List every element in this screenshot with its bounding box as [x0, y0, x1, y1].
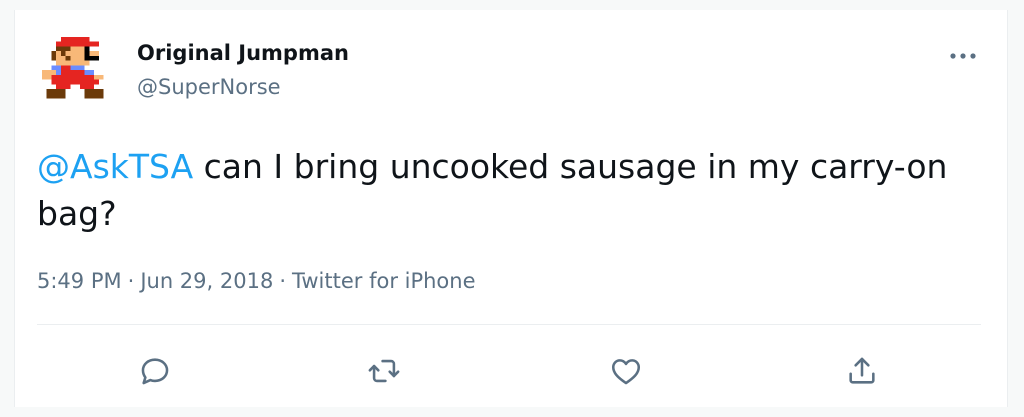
like-icon [611, 359, 641, 385]
like-button[interactable] [601, 346, 651, 396]
tweet-time[interactable]: 5:49 PM [37, 269, 122, 293]
pixel-mario-avatar-icon [41, 36, 104, 99]
separator: · [127, 269, 135, 293]
tweet-source[interactable]: Twitter for iPhone [292, 269, 476, 293]
mention-link[interactable]: @AskTSA [37, 147, 193, 186]
avatar[interactable] [37, 32, 113, 108]
display-name[interactable]: Original Jumpman [137, 41, 349, 65]
page-background: Original Jumpman @SuperNorse @AskTSA can… [0, 0, 1024, 417]
tweet-card: Original Jumpman @SuperNorse @AskTSA can… [14, 10, 1008, 407]
tweet-date[interactable]: Jun 29, 2018 [140, 269, 273, 293]
retweet-icon [368, 359, 400, 383]
reply-icon [141, 358, 169, 385]
tweet-text: @AskTSA can I bring uncooked sausage in … [37, 143, 987, 237]
share-button[interactable] [837, 346, 887, 396]
more-dots-icon [950, 53, 976, 59]
divider [37, 324, 981, 325]
more-options-button[interactable] [945, 46, 981, 66]
tweet-meta: 5:49 PM · Jun 29, 2018 · Twitter for iPhone [37, 269, 476, 293]
reply-button[interactable] [130, 346, 180, 396]
retweet-button[interactable] [359, 346, 409, 396]
separator: · [279, 269, 287, 293]
share-icon [849, 357, 875, 384]
user-handle[interactable]: @SuperNorse [137, 75, 281, 99]
